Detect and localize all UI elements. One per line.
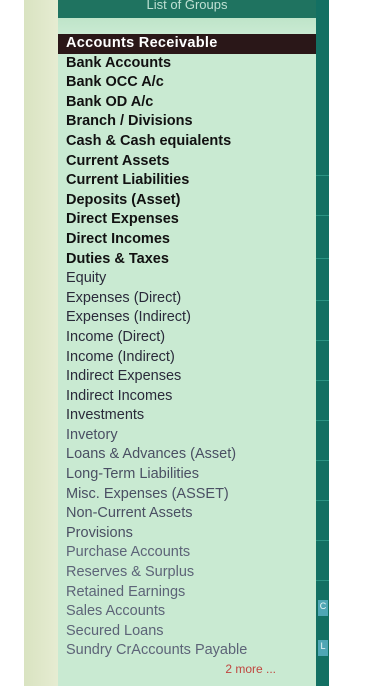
- group-list-item[interactable]: Purchase Accounts: [58, 543, 316, 563]
- button-bar: C L: [316, 0, 329, 686]
- group-list-item[interactable]: Retained Earnings: [58, 583, 316, 603]
- group-list-item[interactable]: Duties & Taxes: [58, 250, 316, 270]
- group-list-item[interactable]: Accounts Receivable: [58, 34, 316, 54]
- group-list-item[interactable]: Expenses (Indirect): [58, 308, 316, 328]
- side-tab-c[interactable]: C: [318, 600, 328, 616]
- header-spacer: [58, 18, 316, 34]
- button-divider: [316, 215, 329, 216]
- button-divider: [316, 500, 329, 501]
- button-divider: [316, 258, 329, 259]
- group-list-item[interactable]: Deposits (Asset): [58, 191, 316, 211]
- group-list-item[interactable]: Income (Indirect): [58, 348, 316, 368]
- group-list-item[interactable]: Expenses (Direct): [58, 289, 316, 309]
- panel-title: List of Groups: [58, 0, 316, 18]
- group-list-item[interactable]: Reserves & Surplus: [58, 563, 316, 583]
- group-list-item[interactable]: Investments: [58, 406, 316, 426]
- group-list-item[interactable]: Equity: [58, 269, 316, 289]
- group-list-item[interactable]: Non-Current Assets: [58, 504, 316, 524]
- group-list-item[interactable]: Bank OCC A/c: [58, 73, 316, 93]
- group-list-item[interactable]: Current Liabilities: [58, 171, 316, 191]
- list-of-groups-panel: List of Groups Accounts Receivable Bank A…: [58, 0, 316, 686]
- group-list-item[interactable]: Bank OD A/c: [58, 93, 316, 113]
- group-list-item[interactable]: Direct Incomes: [58, 230, 316, 250]
- group-list-item[interactable]: Current Assets: [58, 152, 316, 172]
- group-list: Accounts Receivable Bank Accounts Bank OCC…: [58, 34, 316, 661]
- screen-photo: List of Groups Accounts Receivable Bank A…: [24, 0, 329, 686]
- button-divider: [316, 540, 329, 541]
- more-items-indicator[interactable]: 2 more ...: [225, 662, 276, 676]
- button-divider: [316, 300, 329, 301]
- button-divider: [316, 380, 329, 381]
- side-tab-l[interactable]: L: [318, 640, 328, 656]
- group-list-item[interactable]: Invetory: [58, 426, 316, 446]
- group-list-item[interactable]: Provisions: [58, 524, 316, 544]
- group-list-item[interactable]: Cash & Cash equialents: [58, 132, 316, 152]
- group-list-item[interactable]: Bank Accounts: [58, 54, 316, 74]
- group-list-item[interactable]: Long-Term Liabilities: [58, 465, 316, 485]
- group-list-item[interactable]: Indirect Expenses: [58, 367, 316, 387]
- group-list-item[interactable]: Income (Direct): [58, 328, 316, 348]
- group-list-item[interactable]: Misc. Expenses (ASSET): [58, 485, 316, 505]
- group-list-item[interactable]: Sundry CrAccounts Payable: [58, 641, 316, 661]
- group-list-item[interactable]: Secured Loans: [58, 622, 316, 642]
- button-divider: [316, 175, 329, 176]
- background-window-edge: [24, 0, 58, 686]
- button-divider: [316, 460, 329, 461]
- group-list-item[interactable]: Indirect Incomes: [58, 387, 316, 407]
- button-divider: [316, 580, 329, 581]
- group-list-item[interactable]: Branch / Divisions: [58, 112, 316, 132]
- group-list-item[interactable]: Loans & Advances (Asset): [58, 445, 316, 465]
- group-list-item[interactable]: Sales Accounts: [58, 602, 316, 622]
- button-divider: [316, 340, 329, 341]
- group-list-item[interactable]: Direct Expenses: [58, 210, 316, 230]
- button-divider: [316, 420, 329, 421]
